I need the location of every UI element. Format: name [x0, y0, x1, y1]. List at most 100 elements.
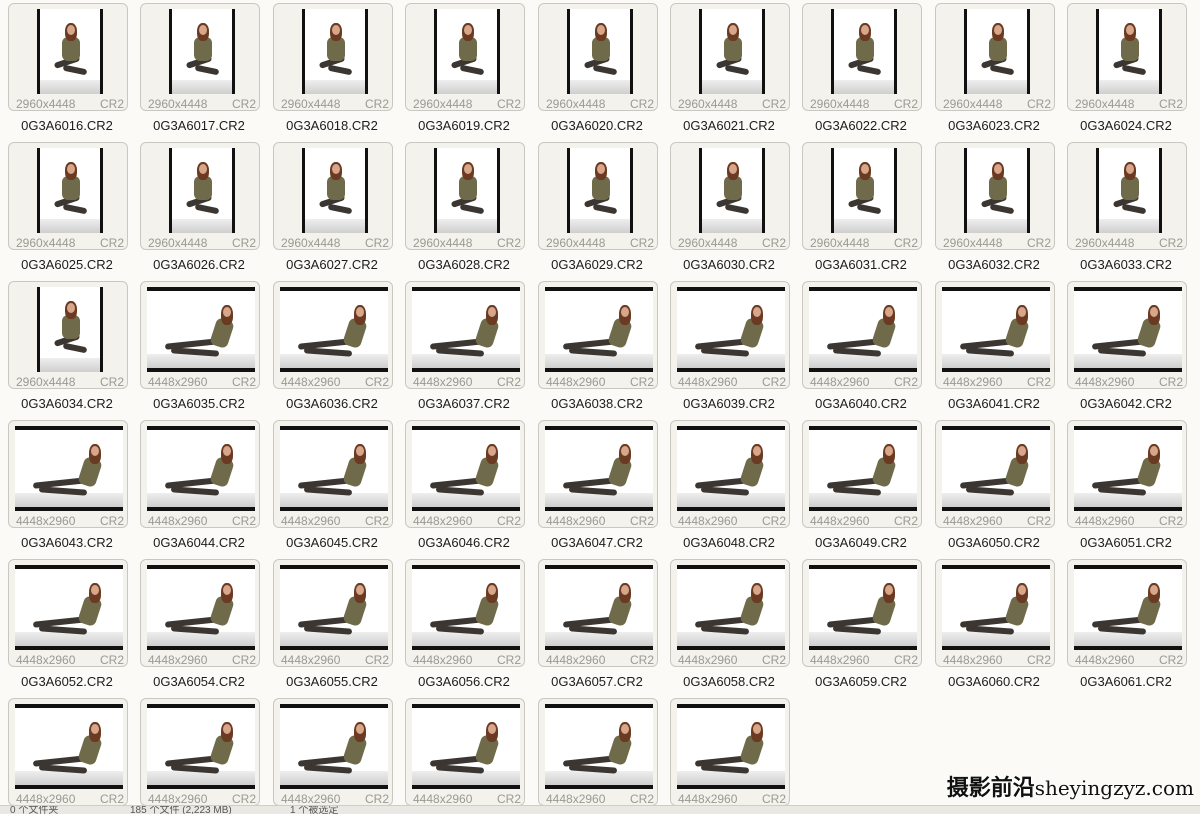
file-name[interactable]: 0G3A6051.CR2 — [1064, 535, 1188, 550]
file-name[interactable]: 0G3A6054.CR2 — [137, 674, 261, 689]
thumbnail-card[interactable]: 4448x2960 CR2 — [8, 559, 128, 667]
file-thumbnail[interactable]: 4448x2960 CR2 0G3A6038.CR2 — [535, 278, 659, 416]
thumbnail-card[interactable]: 4448x2960 CR2 — [670, 420, 790, 528]
file-thumbnail[interactable]: 4448x2960 CR2 0G3A6036.CR2 — [270, 278, 394, 416]
thumbnail-card[interactable]: 4448x2960 CR2 — [1067, 281, 1187, 389]
file-thumbnail[interactable]: 4448x2960 CR2 0G3A6037.CR2 — [402, 278, 526, 416]
file-thumbnail[interactable]: 2960x4448 CR2 0G3A6028.CR2 — [402, 139, 526, 277]
file-thumbnail[interactable]: 2960x4448 CR2 0G3A6023.CR2 — [932, 0, 1056, 138]
file-name[interactable]: 0G3A6046.CR2 — [402, 535, 526, 550]
file-thumbnail[interactable]: 2960x4448 CR2 0G3A6032.CR2 — [932, 139, 1056, 277]
file-thumbnail[interactable]: 4448x2960 CR2 0G3A6052.CR2 — [5, 556, 129, 694]
thumbnail-card[interactable]: 4448x2960 CR2 — [140, 559, 260, 667]
file-name[interactable]: 0G3A6039.CR2 — [667, 396, 791, 411]
file-name[interactable]: 0G3A6050.CR2 — [932, 535, 1056, 550]
thumbnail-card[interactable]: 4448x2960 CR2 — [273, 281, 393, 389]
file-thumbnail[interactable]: 4448x2960 CR2 — [535, 695, 659, 805]
file-name[interactable]: 0G3A6060.CR2 — [932, 674, 1056, 689]
file-thumbnail[interactable]: 4448x2960 CR2 0G3A6054.CR2 — [137, 556, 261, 694]
file-thumbnail[interactable]: 2960x4448 CR2 0G3A6030.CR2 — [667, 139, 791, 277]
file-thumbnail[interactable]: 4448x2960 CR2 0G3A6045.CR2 — [270, 417, 394, 555]
file-thumbnail[interactable]: 4448x2960 CR2 0G3A6042.CR2 — [1064, 278, 1188, 416]
thumbnail-card[interactable]: 4448x2960 CR2 — [538, 698, 658, 805]
file-name[interactable]: 0G3A6052.CR2 — [5, 674, 129, 689]
thumbnail-card[interactable]: 2960x4448 CR2 — [670, 142, 790, 250]
thumbnail-card[interactable]: 2960x4448 CR2 — [8, 142, 128, 250]
file-thumbnail[interactable]: 4448x2960 CR2 0G3A6044.CR2 — [137, 417, 261, 555]
thumbnail-card[interactable]: 4448x2960 CR2 — [273, 420, 393, 528]
file-name[interactable]: 0G3A6022.CR2 — [799, 118, 923, 133]
file-thumbnail[interactable]: 2960x4448 CR2 0G3A6025.CR2 — [5, 139, 129, 277]
file-thumbnail[interactable]: 4448x2960 CR2 — [137, 695, 261, 805]
thumbnail-card[interactable]: 2960x4448 CR2 — [670, 3, 790, 111]
file-name[interactable]: 0G3A6038.CR2 — [535, 396, 659, 411]
thumbnail-card[interactable]: 4448x2960 CR2 — [802, 420, 922, 528]
file-name[interactable]: 0G3A6047.CR2 — [535, 535, 659, 550]
thumbnail-card[interactable]: 4448x2960 CR2 — [140, 281, 260, 389]
file-name[interactable]: 0G3A6055.CR2 — [270, 674, 394, 689]
thumbnail-card[interactable]: 2960x4448 CR2 — [8, 281, 128, 389]
file-thumbnail[interactable]: 2960x4448 CR2 0G3A6024.CR2 — [1064, 0, 1188, 138]
file-name[interactable]: 0G3A6045.CR2 — [270, 535, 394, 550]
file-name[interactable]: 0G3A6048.CR2 — [667, 535, 791, 550]
file-thumbnail[interactable]: 2960x4448 CR2 0G3A6017.CR2 — [137, 0, 261, 138]
file-name[interactable]: 0G3A6017.CR2 — [137, 118, 261, 133]
thumbnail-card[interactable]: 2960x4448 CR2 — [273, 3, 393, 111]
file-name[interactable]: 0G3A6037.CR2 — [402, 396, 526, 411]
thumbnail-card[interactable]: 4448x2960 CR2 — [935, 420, 1055, 528]
file-name[interactable]: 0G3A6029.CR2 — [535, 257, 659, 272]
file-name[interactable]: 0G3A6041.CR2 — [932, 396, 1056, 411]
file-thumbnail[interactable]: 4448x2960 CR2 0G3A6041.CR2 — [932, 278, 1056, 416]
file-name[interactable]: 0G3A6021.CR2 — [667, 118, 791, 133]
thumbnail-card[interactable]: 4448x2960 CR2 — [935, 559, 1055, 667]
thumbnail-card[interactable]: 4448x2960 CR2 — [8, 420, 128, 528]
file-thumbnail[interactable]: 4448x2960 CR2 — [270, 695, 394, 805]
file-name[interactable]: 0G3A6056.CR2 — [402, 674, 526, 689]
file-thumbnail[interactable]: 4448x2960 CR2 0G3A6057.CR2 — [535, 556, 659, 694]
thumbnail-card[interactable]: 4448x2960 CR2 — [538, 559, 658, 667]
file-thumbnail[interactable]: 2960x4448 CR2 0G3A6033.CR2 — [1064, 139, 1188, 277]
file-name[interactable]: 0G3A6044.CR2 — [137, 535, 261, 550]
file-name[interactable]: 0G3A6026.CR2 — [137, 257, 261, 272]
file-thumbnail[interactable]: 4448x2960 CR2 0G3A6050.CR2 — [932, 417, 1056, 555]
file-name[interactable]: 0G3A6040.CR2 — [799, 396, 923, 411]
thumbnail-card[interactable]: 4448x2960 CR2 — [670, 281, 790, 389]
file-name[interactable]: 0G3A6059.CR2 — [799, 674, 923, 689]
thumbnail-card[interactable]: 2960x4448 CR2 — [538, 3, 658, 111]
thumbnail-card[interactable]: 4448x2960 CR2 — [538, 420, 658, 528]
file-thumbnail[interactable]: 4448x2960 CR2 0G3A6051.CR2 — [1064, 417, 1188, 555]
thumbnail-card[interactable]: 4448x2960 CR2 — [802, 559, 922, 667]
thumbnail-card[interactable]: 4448x2960 CR2 — [802, 281, 922, 389]
thumbnail-card[interactable]: 4448x2960 CR2 — [405, 420, 525, 528]
thumbnail-card[interactable]: 2960x4448 CR2 — [538, 142, 658, 250]
thumbnail-card[interactable]: 2960x4448 CR2 — [405, 3, 525, 111]
file-name[interactable]: 0G3A6058.CR2 — [667, 674, 791, 689]
file-name[interactable]: 0G3A6018.CR2 — [270, 118, 394, 133]
file-name[interactable]: 0G3A6036.CR2 — [270, 396, 394, 411]
file-thumbnail[interactable]: 4448x2960 CR2 0G3A6056.CR2 — [402, 556, 526, 694]
file-thumbnail[interactable]: 2960x4448 CR2 0G3A6022.CR2 — [799, 0, 923, 138]
file-name[interactable]: 0G3A6032.CR2 — [932, 257, 1056, 272]
thumbnail-card[interactable]: 2960x4448 CR2 — [802, 3, 922, 111]
thumbnail-card[interactable]: 2960x4448 CR2 — [273, 142, 393, 250]
thumbnail-card[interactable]: 4448x2960 CR2 — [140, 698, 260, 805]
file-name[interactable]: 0G3A6019.CR2 — [402, 118, 526, 133]
file-thumbnail[interactable]: 2960x4448 CR2 0G3A6034.CR2 — [5, 278, 129, 416]
thumbnail-card[interactable]: 4448x2960 CR2 — [140, 420, 260, 528]
file-thumbnail[interactable]: 2960x4448 CR2 0G3A6026.CR2 — [137, 139, 261, 277]
file-name[interactable]: 0G3A6030.CR2 — [667, 257, 791, 272]
file-thumbnail[interactable]: 4448x2960 CR2 0G3A6061.CR2 — [1064, 556, 1188, 694]
file-thumbnail[interactable]: 4448x2960 CR2 0G3A6060.CR2 — [932, 556, 1056, 694]
file-name[interactable]: 0G3A6023.CR2 — [932, 118, 1056, 133]
thumbnail-card[interactable]: 2960x4448 CR2 — [935, 142, 1055, 250]
file-name[interactable]: 0G3A6061.CR2 — [1064, 674, 1188, 689]
file-name[interactable]: 0G3A6020.CR2 — [535, 118, 659, 133]
file-thumbnail[interactable]: 4448x2960 CR2 0G3A6047.CR2 — [535, 417, 659, 555]
file-thumbnail[interactable]: 4448x2960 CR2 — [402, 695, 526, 805]
thumbnail-card[interactable]: 2960x4448 CR2 — [1067, 142, 1187, 250]
file-name[interactable]: 0G3A6049.CR2 — [799, 535, 923, 550]
file-thumbnail[interactable]: 4448x2960 CR2 0G3A6049.CR2 — [799, 417, 923, 555]
thumbnail-card[interactable]: 2960x4448 CR2 — [8, 3, 128, 111]
file-thumbnail[interactable]: 4448x2960 CR2 0G3A6040.CR2 — [799, 278, 923, 416]
thumbnail-card[interactable]: 4448x2960 CR2 — [1067, 559, 1187, 667]
